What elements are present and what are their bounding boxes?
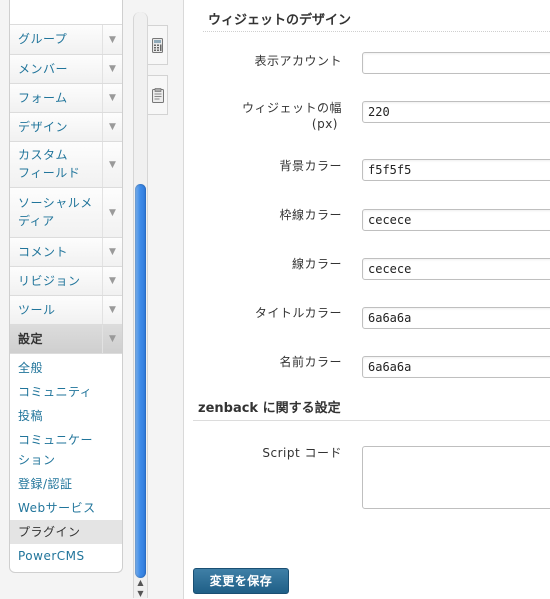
- save-changes-button[interactable]: 変更を保存: [193, 568, 289, 594]
- display-account-label: 表示アカウント: [254, 54, 342, 68]
- background-color-input[interactable]: [362, 159, 550, 181]
- widget-width-label: ウィジェットの幅 (px): [242, 100, 342, 132]
- settings-submenu: 全般 コミュニティ 投稿 コミュニケー ション 登録/認証 Webサービス プラ…: [10, 354, 122, 568]
- chevron-down-icon[interactable]: ▼: [102, 238, 122, 266]
- sidebar-item-members[interactable]: メンバー ▼: [10, 55, 122, 84]
- scrollbar-thumb[interactable]: [135, 184, 146, 578]
- sidebar-item-comments[interactable]: コメント ▼: [10, 238, 122, 267]
- submenu-item-registration[interactable]: 登録/認証: [10, 472, 122, 496]
- submenu-item-posts[interactable]: 投稿: [10, 404, 122, 428]
- chevron-down-icon[interactable]: ▼: [102, 188, 122, 237]
- scroll-up-arrow-icon[interactable]: ▲: [134, 578, 147, 588]
- sidebar-item-settings[interactable]: 設定 ▼: [10, 325, 122, 354]
- submenu-item-plugins[interactable]: プラグイン: [10, 520, 122, 544]
- sidebar-item-social-media[interactable]: ソーシャルメ ディア ▼: [10, 188, 122, 238]
- submenu-item-community[interactable]: コミュニティ: [10, 380, 122, 404]
- submenu-item-general[interactable]: 全般: [10, 356, 122, 380]
- zenback-section-title: zenback に関する設定: [198, 401, 341, 416]
- sidebar-item-forms[interactable]: フォーム ▼: [10, 84, 122, 113]
- title-color-label: タイトルカラー: [254, 306, 342, 320]
- sidebar-column: グループ ▼ メンバー ▼ フォーム ▼ デザイン ▼ カスタム フィールド ▼…: [0, 0, 184, 599]
- calculator-icon: [152, 37, 163, 53]
- sidebar-item-groups[interactable]: グループ ▼: [10, 25, 122, 55]
- widget-width-label-line2: (px): [311, 117, 338, 131]
- submenu-item-label: ション: [18, 453, 56, 467]
- border-color-input[interactable]: [362, 209, 550, 231]
- title-color-input[interactable]: [362, 307, 550, 329]
- submenu-item-powercms[interactable]: PowerCMS: [10, 544, 122, 568]
- sidebar-item-tools[interactable]: ツール ▼: [10, 296, 122, 325]
- border-color-label: 枠線カラー: [279, 208, 342, 222]
- chevron-down-icon[interactable]: ▼: [102, 84, 122, 112]
- settings-form: ウィジェットのデザイン 表示アカウント ウィジェットの幅 (px) 背景カラー …: [185, 0, 550, 599]
- section-divider: [203, 31, 550, 32]
- sidebar-item-custom-fields[interactable]: カスタム フィールド ▼: [10, 142, 122, 188]
- chevron-down-icon[interactable]: ▼: [102, 55, 122, 83]
- chevron-down-icon[interactable]: ▼: [102, 113, 122, 141]
- background-color-label: 背景カラー: [279, 159, 342, 173]
- line-color-input[interactable]: [362, 258, 550, 280]
- chevron-down-icon[interactable]: ▼: [102, 25, 122, 54]
- sidebar-scrollbar[interactable]: ▲ ▼: [133, 12, 148, 598]
- display-account-input[interactable]: [362, 52, 550, 74]
- sidebar-menu: グループ ▼ メンバー ▼ フォーム ▼ デザイン ▼ カスタム フィールド ▼…: [9, 0, 123, 573]
- section-divider: [193, 420, 550, 421]
- name-color-input[interactable]: [362, 356, 550, 378]
- name-color-label: 名前カラー: [279, 355, 342, 369]
- scroll-down-arrow-icon[interactable]: ▼: [134, 589, 147, 599]
- sidebar-item-stub[interactable]: [10, 0, 122, 25]
- sidebar-item-design[interactable]: デザイン ▼: [10, 113, 122, 142]
- widget-width-label-line1: ウィジェットの幅: [241, 101, 342, 115]
- line-color-label: 線カラー: [291, 257, 342, 271]
- sidebar-item-revisions[interactable]: リビジョン ▼: [10, 267, 122, 296]
- submenu-item-web-services[interactable]: Webサービス: [10, 496, 122, 520]
- chevron-down-icon[interactable]: ▼: [102, 142, 122, 187]
- widget-design-section-title: ウィジェットのデザイン: [208, 13, 352, 28]
- chevron-down-icon[interactable]: ▼: [102, 296, 122, 324]
- script-code-label: Script コード: [262, 446, 342, 460]
- clipboard-icon: [151, 87, 164, 103]
- widget-width-input[interactable]: [362, 101, 550, 123]
- submenu-item-communication[interactable]: コミュニケー ション: [10, 428, 122, 472]
- submenu-item-label: コミュニケー: [18, 433, 94, 447]
- side-tab-notes[interactable]: [148, 75, 168, 115]
- chevron-down-icon[interactable]: ▼: [102, 325, 122, 353]
- script-code-textarea[interactable]: [362, 446, 550, 509]
- chevron-down-icon[interactable]: ▼: [102, 267, 122, 295]
- side-tab-calculator[interactable]: [148, 25, 168, 65]
